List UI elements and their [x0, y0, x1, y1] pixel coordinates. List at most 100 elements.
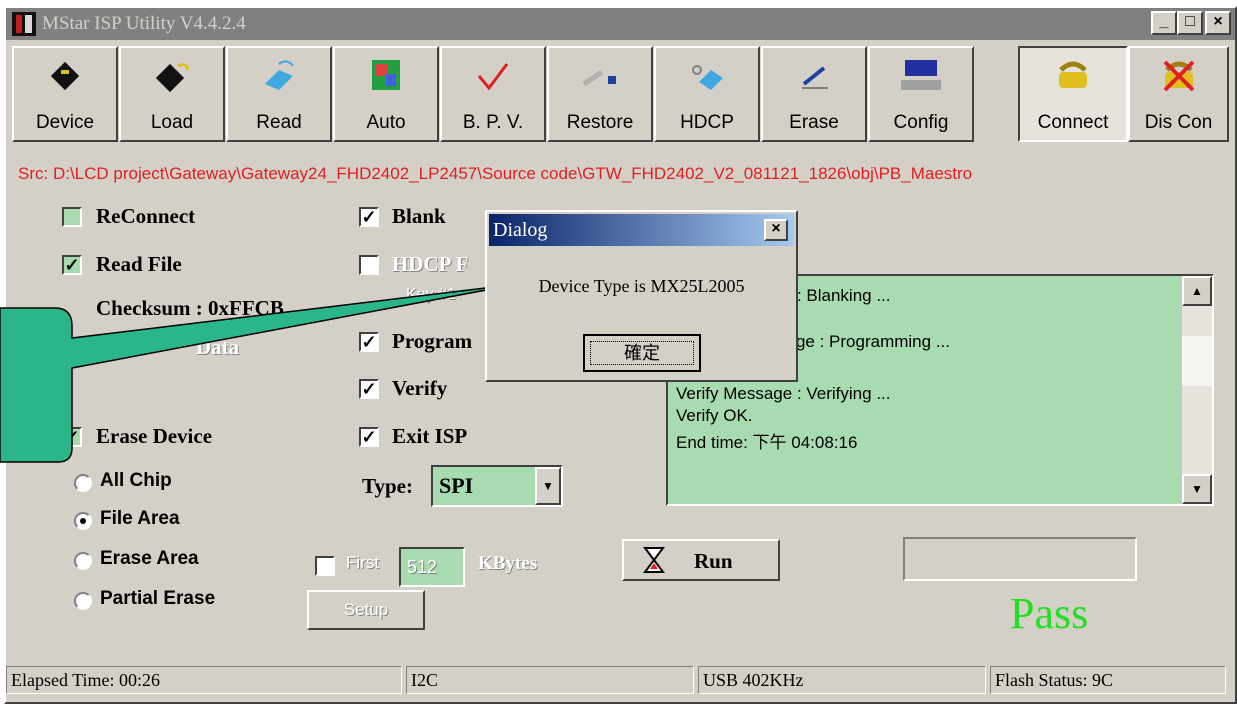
device-label: Device: [35, 112, 95, 133]
dialog-close-button[interactable]: ×: [764, 219, 788, 241]
hdcp-label: HDCP: [680, 112, 734, 133]
result-text: Pass: [1010, 589, 1089, 638]
kbytes-unit: KBytes: [478, 553, 538, 574]
erase-device-checkbox[interactable]: ✓: [62, 427, 82, 447]
run-label: Run: [694, 549, 733, 573]
program-checkbox[interactable]: ✓: [359, 332, 379, 352]
log-scrollbar[interactable]: ▲ ▼: [1182, 276, 1212, 504]
blank-checkbox[interactable]: ✓: [359, 207, 379, 227]
read-icon: [265, 60, 294, 90]
file-area-label: File Area: [100, 508, 180, 529]
log-line: Verify Message : Verifying ...: [676, 384, 891, 403]
bpv-label: B. P. V.: [462, 112, 524, 133]
interface-status: I2C: [406, 666, 694, 694]
setup-label: Setup: [343, 600, 389, 619]
close-button[interactable]: ×: [1205, 11, 1231, 35]
config-button[interactable]: Config: [868, 46, 974, 142]
flash-status: Flash Status: 9C: [990, 666, 1226, 694]
scroll-thumb[interactable]: [1182, 336, 1212, 386]
disconnect-button[interactable]: Dis Con: [1128, 46, 1229, 142]
toolbar: Device Load Read Auto B. P. V. Restore H…: [4, 46, 1229, 142]
kbytes-input[interactable]: 512: [399, 547, 465, 587]
progress-box: [903, 537, 1137, 581]
erase-button[interactable]: Erase: [761, 46, 867, 142]
minimize-button[interactable]: _: [1151, 11, 1177, 35]
all-chip-label: All Chip: [100, 470, 172, 491]
read-label: Read: [256, 112, 302, 133]
dialog: Dialog × Device Type is MX25L2005 確定: [485, 210, 798, 382]
read-file-checkbox[interactable]: ✓: [62, 255, 82, 275]
status-bar: Elapsed Time: 00:26 I2C USB 402KHz Flash…: [6, 666, 1227, 696]
all-chip-radio[interactable]: [74, 474, 92, 492]
first-kbytes-checkbox[interactable]: [315, 556, 335, 576]
erase-icon: [802, 66, 828, 89]
exit-isp-checkbox[interactable]: ✓: [359, 427, 379, 447]
exit-isp-label: Exit ISP: [392, 424, 468, 448]
auto-label: Auto: [366, 112, 406, 133]
elapsed-time: Elapsed Time: 00:26: [6, 666, 402, 694]
connect-button[interactable]: Connect: [1018, 46, 1128, 142]
restore-icon: [582, 69, 616, 87]
check-icon: [477, 63, 509, 91]
type-select[interactable]: SPI ▼: [431, 465, 563, 507]
erase-area-radio[interactable]: [74, 552, 92, 570]
phone-disconnect-icon: [1163, 60, 1194, 92]
key-label: Key #1: [406, 286, 456, 303]
reconnect-label: ReConnect: [96, 204, 196, 228]
restore-button[interactable]: Restore: [547, 46, 653, 142]
connect-label: Connect: [1037, 112, 1109, 133]
setup-button[interactable]: Setup: [307, 590, 425, 630]
chip-icon: [50, 61, 80, 91]
source-path: Src: D:\LCD project\Gateway\Gateway24_FH…: [18, 164, 973, 183]
file-area-radio[interactable]: [74, 512, 92, 530]
erase-label: Erase: [789, 112, 839, 133]
device-button[interactable]: Device: [12, 46, 118, 142]
hdcp-label: HDCP F: [392, 252, 469, 276]
dialog-message: Device Type is MX25L2005: [538, 276, 745, 296]
reconnect-checkbox[interactable]: [62, 207, 82, 227]
restore-label: Restore: [566, 112, 634, 133]
load-chip-icon: [155, 63, 190, 93]
usb-status: USB 402KHz: [698, 666, 986, 694]
first-label: First: [346, 553, 380, 572]
hdcp-button[interactable]: HDCP: [654, 46, 760, 142]
scroll-up-icon[interactable]: ▲: [1182, 276, 1212, 306]
run-button[interactable]: Run: [622, 539, 780, 581]
hdcp-checkbox[interactable]: [359, 255, 379, 275]
auto-button[interactable]: Auto: [333, 46, 439, 142]
partial-erase-radio[interactable]: [74, 592, 92, 610]
bpv-button[interactable]: B. P. V.: [440, 46, 546, 142]
app-logo-icon: [12, 12, 36, 36]
log-line: End time: 下午 04:08:16: [676, 433, 858, 452]
dialog-ok-button[interactable]: 確定: [583, 334, 701, 372]
dialog-title: Dialog: [493, 219, 548, 241]
dialog-title-bar[interactable]: Dialog ×: [489, 214, 794, 246]
read-button[interactable]: Read: [226, 46, 332, 142]
type-label: Type:: [362, 474, 413, 498]
erase-device-label: Erase Device: [96, 424, 213, 448]
chevron-down-icon[interactable]: ▼: [535, 467, 561, 505]
checksum-text: Checksum : 0xFFCB: [96, 296, 284, 320]
verify-label: Verify: [392, 376, 448, 400]
phone-icon: [1059, 61, 1087, 88]
hdcp-icon: [692, 65, 723, 90]
monitor-icon: [901, 60, 941, 90]
load-button[interactable]: Load: [119, 46, 225, 142]
load-label: Load: [150, 112, 194, 133]
auto-icon: [372, 60, 400, 90]
erase-area-label: Erase Area: [100, 548, 199, 569]
blank-label: Blank: [392, 204, 446, 228]
disconnect-label: Dis Con: [1144, 112, 1213, 133]
partial-erase-label: Partial Erase: [100, 588, 216, 609]
hourglass-icon: [643, 547, 665, 573]
verify-checkbox[interactable]: ✓: [359, 379, 379, 399]
data-label: Data: [196, 335, 240, 359]
dialog-ok-label: 確定: [590, 341, 694, 365]
window-title: MStar ISP Utility V4.4.2.4: [42, 13, 246, 34]
log-line: Verify OK.: [676, 406, 753, 425]
maximize-button[interactable]: □: [1177, 11, 1203, 35]
config-label: Config: [893, 112, 949, 133]
scroll-down-icon[interactable]: ▼: [1182, 474, 1212, 504]
title-bar[interactable]: MStar ISP Utility V4.4.2.4 _ □ ×: [6, 8, 1235, 40]
program-label: Program: [392, 329, 473, 353]
